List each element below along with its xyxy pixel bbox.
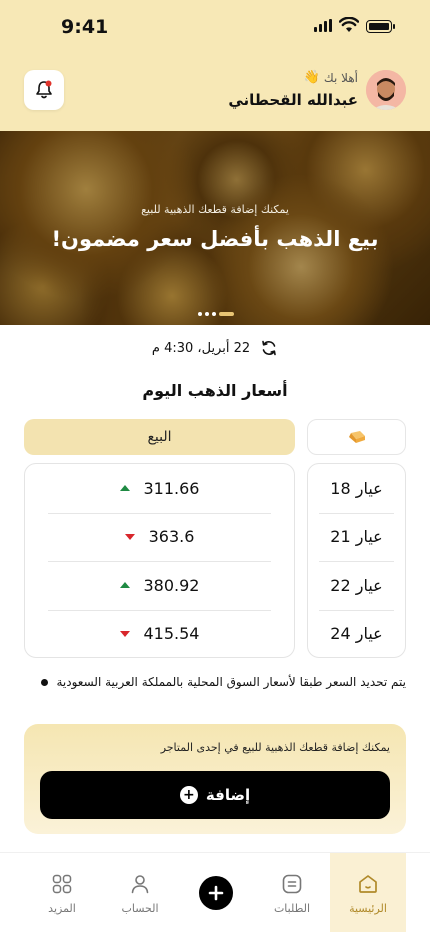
nav-home[interactable]: الرئيسية bbox=[330, 853, 406, 932]
bullet-icon bbox=[41, 678, 49, 686]
wave-hand-icon: 👋 bbox=[303, 70, 320, 85]
nav-orders[interactable]: الطلبات bbox=[254, 853, 330, 932]
price-value: 363.6 bbox=[148, 527, 195, 546]
add-item-card: يمكنك إضافة قطعك الذهبية للبيع في إحدى ا… bbox=[24, 724, 406, 834]
karat-label: عيار 24 bbox=[330, 624, 383, 643]
nav-account-label: الحساب bbox=[121, 901, 159, 915]
price-row: 380.92 bbox=[25, 561, 294, 609]
user-greeting: أهلا بك 👋 عبدالله القحطاني bbox=[228, 70, 358, 109]
user-name: عبدالله القحطاني bbox=[228, 91, 358, 109]
nav-add[interactable] bbox=[178, 853, 254, 932]
user-icon bbox=[131, 874, 149, 893]
bottom-navigation: الرئيسية الطلبات الحساب المزيد bbox=[0, 852, 430, 932]
greeting-text: أهلا بك bbox=[323, 70, 358, 85]
price-update-bar: 22 أبريل، 4:30 م bbox=[0, 339, 430, 357]
sell-prices-list: 311.66 363.6 380.92 415.54 bbox=[24, 463, 295, 658]
add-item-text: يمكنك إضافة قطعك الذهبية للبيع في إحدى ا… bbox=[160, 741, 390, 754]
trend-down-icon bbox=[119, 630, 130, 637]
notifications-button[interactable] bbox=[24, 70, 64, 110]
user-avatar-image bbox=[366, 70, 406, 110]
add-fab-button[interactable] bbox=[199, 876, 233, 910]
trend-up-icon bbox=[119, 485, 130, 491]
refresh-icon[interactable] bbox=[260, 339, 278, 357]
home-icon bbox=[359, 874, 377, 893]
trend-up-icon bbox=[119, 582, 130, 588]
avatar[interactable] bbox=[366, 70, 406, 110]
plus-icon: + bbox=[179, 786, 198, 804]
gold-bar-icon bbox=[348, 431, 365, 443]
signal-icon bbox=[314, 19, 332, 32]
carousel-indicator[interactable] bbox=[198, 312, 234, 316]
price-row: 363.6 bbox=[25, 513, 294, 561]
status-bar: 9:41 bbox=[0, 0, 430, 56]
carousel-dot[interactable] bbox=[212, 312, 216, 316]
nav-home-label: الرئيسية bbox=[349, 901, 387, 915]
price-row: 415.54 bbox=[25, 610, 294, 658]
grid-icon bbox=[52, 874, 72, 893]
carousel-dot[interactable] bbox=[205, 312, 209, 316]
price-note: يتم تحديد السعر طبقا لأسعار السوق المحلي… bbox=[41, 675, 406, 689]
orders-icon bbox=[282, 874, 302, 893]
battery-icon bbox=[366, 20, 395, 33]
status-time: 9:41 bbox=[61, 16, 109, 38]
karat-column-header bbox=[307, 419, 406, 455]
nav-more-label: المزيد bbox=[48, 901, 76, 915]
karat-list: عيار 18 عيار 21 عيار 22 عيار 24 bbox=[307, 463, 406, 658]
plus-icon bbox=[208, 885, 224, 901]
trend-down-icon bbox=[124, 533, 135, 540]
update-timestamp: 22 أبريل، 4:30 م bbox=[151, 340, 251, 356]
karat-label: عيار 22 bbox=[330, 575, 383, 595]
sell-column-header: البيع bbox=[24, 419, 295, 455]
carousel-dot[interactable] bbox=[198, 312, 202, 316]
wifi-icon bbox=[339, 17, 359, 32]
add-button-label: إضافة bbox=[205, 786, 251, 804]
prices-title: أسعار الذهب اليوم bbox=[142, 381, 288, 400]
price-value: 311.66 bbox=[143, 478, 200, 498]
add-item-button[interactable]: إضافة + bbox=[40, 771, 390, 819]
karat-label: عيار 18 bbox=[330, 478, 383, 498]
carousel-dot-active[interactable] bbox=[219, 312, 234, 316]
nav-more[interactable]: المزيد bbox=[24, 853, 100, 932]
nav-account[interactable]: الحساب bbox=[102, 853, 178, 932]
promo-banner[interactable]: يمكنك إضافة قطعك الذهبية للبيع بيع الذهب… bbox=[0, 131, 430, 325]
price-value: 415.54 bbox=[143, 624, 200, 643]
nav-orders-label: الطلبات bbox=[273, 901, 311, 915]
price-row: 311.66 bbox=[25, 464, 294, 512]
price-note-text: يتم تحديد السعر طبقا لأسعار السوق المحلي… bbox=[56, 675, 406, 689]
banner-subtitle: يمكنك إضافة قطعك الذهبية للبيع bbox=[141, 203, 289, 216]
bell-icon bbox=[36, 80, 52, 99]
banner-headline: بيع الذهب بأفضل سعر مضمون! bbox=[51, 227, 379, 251]
price-value: 380.92 bbox=[143, 575, 200, 595]
karat-label: عيار 21 bbox=[330, 527, 383, 546]
